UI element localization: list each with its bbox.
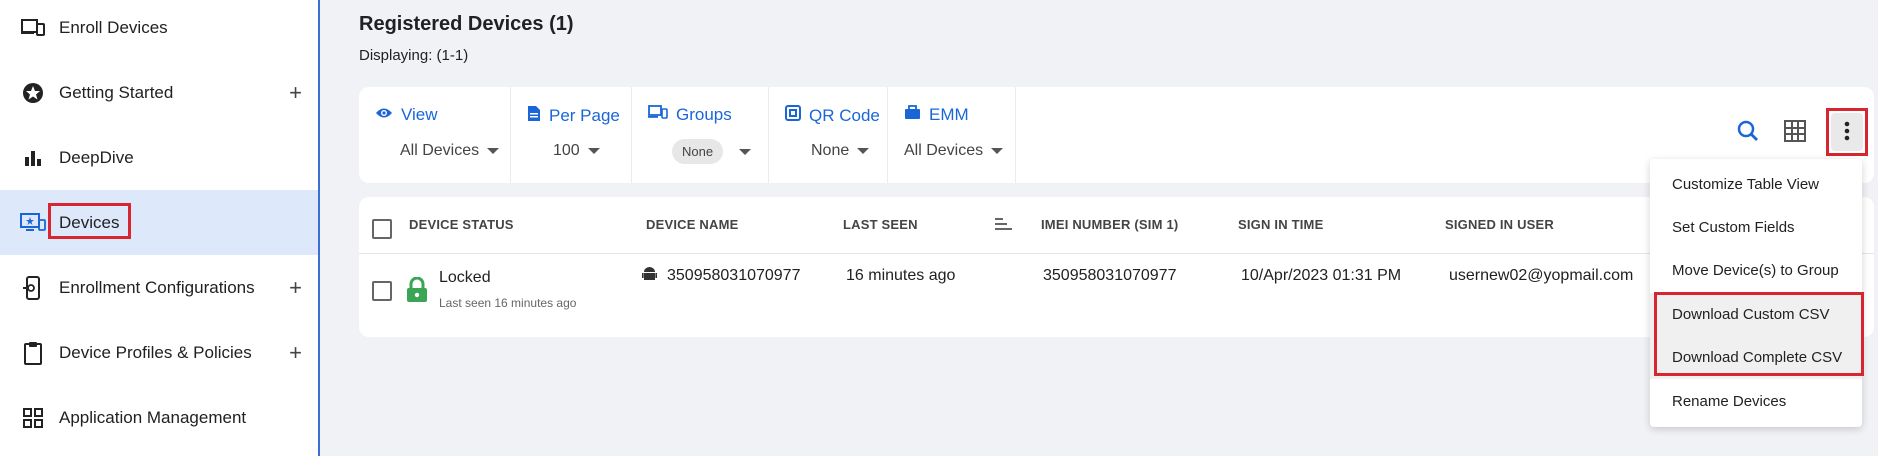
filter-qr-code-label: QR Code	[809, 105, 880, 125]
device-name[interactable]: 350958031070977	[667, 267, 800, 285]
filter-emm-select[interactable]: All Devices	[904, 142, 1004, 160]
page-title: Registered Devices (1)	[359, 13, 574, 35]
caret-down-icon	[587, 148, 600, 154]
grid-icon	[20, 405, 46, 431]
filter-bar: View All Devices Per Page 100 Groups Non…	[359, 87, 1874, 183]
sidebar-item-enrollment-configurations[interactable]: Enrollment Configurations +	[0, 255, 318, 320]
sidebar-item-getting-started[interactable]: Getting Started +	[0, 60, 318, 125]
caret-down-icon	[487, 148, 500, 154]
signed-in-user: usernew02@yopmail.com	[1449, 267, 1634, 284]
search-icon[interactable]	[1733, 116, 1763, 146]
filter-emm-value: All Devices	[904, 142, 984, 159]
document-icon	[527, 105, 541, 127]
table-grid-icon[interactable]	[1780, 116, 1810, 146]
sidebar-item-label: Enrollment Configurations	[59, 277, 255, 297]
filter-view-select[interactable]: All Devices	[400, 142, 500, 160]
expand-plus-icon[interactable]: +	[289, 340, 302, 366]
sidebar-item-device-profiles-policies[interactable]: Device Profiles & Policies +	[0, 320, 318, 385]
filter-groups-label: Groups	[676, 105, 732, 124]
column-header[interactable]: SIGNED IN USER	[1445, 217, 1554, 232]
sidebar-item-application-management[interactable]: Application Management	[0, 385, 318, 450]
device-status: Locked	[439, 269, 491, 286]
devices-icon	[20, 15, 46, 41]
menu-item-move-devices-to-group[interactable]: Move Device(s) to Group	[1650, 249, 1862, 292]
highlight-box	[1654, 292, 1864, 376]
filter-emm-label: EMM	[929, 105, 969, 124]
row-checkbox[interactable]	[372, 281, 392, 301]
devices-table: DEVICE STATUS DEVICE NAME LAST SEEN IMEI…	[359, 197, 1874, 337]
filter-qr-code[interactable]: QR Code None	[769, 87, 888, 183]
filter-per-page-value: 100	[553, 142, 580, 159]
filter-per-page-select[interactable]: 100	[553, 142, 600, 160]
select-all-checkbox[interactable]	[372, 219, 392, 239]
eye-icon	[375, 105, 393, 125]
menu-item-customize-table-view[interactable]: Customize Table View	[1650, 163, 1862, 206]
clipboard-icon	[20, 340, 46, 366]
column-header[interactable]: IMEI NUMBER (SIM 1)	[1041, 217, 1178, 232]
filter-groups-select[interactable]: None	[672, 139, 752, 164]
column-header[interactable]: LAST SEEN	[843, 217, 918, 232]
filter-emm[interactable]: EMM All Devices	[888, 87, 1016, 183]
sidebar-item-label: DeepDive	[59, 147, 134, 167]
sidebar-item-label: Application Management	[59, 407, 247, 427]
filter-qr-code-value: None	[811, 142, 850, 159]
menu-item-set-custom-fields[interactable]: Set Custom Fields	[1650, 206, 1862, 249]
groups-chip: None	[672, 139, 724, 164]
filter-view-label: View	[401, 105, 438, 124]
expand-plus-icon[interactable]: +	[289, 80, 302, 106]
phone-settings-icon	[20, 275, 46, 301]
last-seen-subtext: Last seen 16 minutes ago	[439, 296, 577, 310]
column-header[interactable]: SIGN IN TIME	[1238, 217, 1323, 232]
caret-down-icon	[739, 148, 752, 155]
android-icon	[642, 266, 657, 287]
menu-item-rename-devices[interactable]: Rename Devices	[1650, 380, 1862, 423]
sort-icon[interactable]	[995, 217, 1013, 236]
filter-per-page-label: Per Page	[549, 106, 620, 125]
highlight-box	[1826, 108, 1868, 156]
caret-down-icon	[991, 148, 1004, 154]
qr-code-icon	[785, 105, 801, 126]
sidebar-item-enroll-devices[interactable]: Enroll Devices	[0, 0, 318, 60]
bar-chart-icon	[20, 145, 46, 171]
displaying-count: Displaying: (1-1)	[359, 47, 469, 64]
imei-number: 350958031070977	[1043, 267, 1177, 284]
sidebar-item-label: Enroll Devices	[59, 17, 168, 37]
last-seen: 16 minutes ago	[846, 267, 956, 284]
highlight-box	[48, 203, 131, 239]
filter-view-value: All Devices	[400, 142, 480, 159]
header-divider	[359, 253, 1874, 254]
briefcase-icon	[904, 105, 921, 125]
caret-down-icon	[857, 148, 870, 154]
column-header[interactable]: DEVICE STATUS	[409, 217, 514, 232]
expand-plus-icon[interactable]: +	[289, 275, 302, 301]
lock-icon	[406, 276, 428, 308]
sidebar-item-label: Getting Started	[59, 82, 174, 102]
sidebar-item-deepdive[interactable]: DeepDive	[0, 125, 318, 190]
filter-view[interactable]: View All Devices	[359, 87, 511, 183]
sign-in-time: 10/Apr/2023 01:31 PM	[1241, 267, 1402, 284]
column-header[interactable]: DEVICE NAME	[646, 217, 739, 232]
monitor-icon	[20, 210, 46, 236]
devices-icon	[648, 105, 668, 125]
filter-per-page[interactable]: Per Page 100	[511, 87, 632, 183]
star-badge-icon	[20, 80, 46, 106]
filter-groups[interactable]: Groups None	[632, 87, 769, 183]
sidebar-item-label: Device Profiles & Policies	[59, 342, 252, 362]
filter-qr-code-select[interactable]: None	[811, 142, 870, 160]
sidebar: Enroll Devices Getting Started + DeepDiv…	[0, 0, 320, 456]
